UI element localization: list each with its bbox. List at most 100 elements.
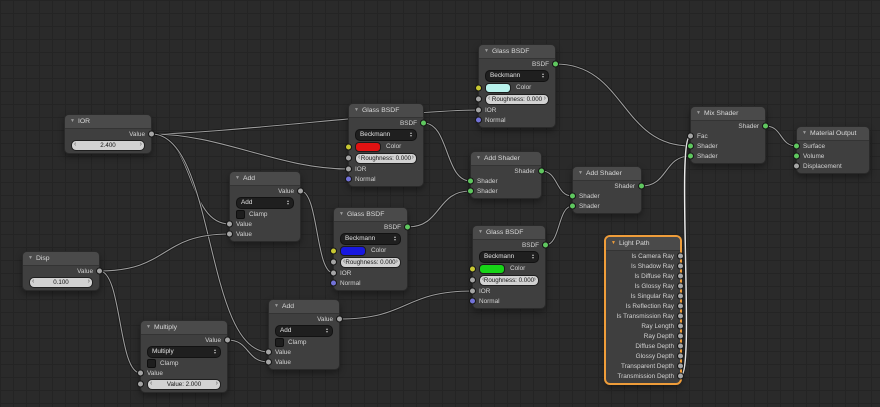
node-header-addshader2[interactable]: ▼Add Shader: [573, 167, 641, 181]
color-swatch[interactable]: [485, 83, 511, 93]
mode-dropdown[interactable]: Multiply▴▾: [147, 346, 221, 358]
socket-addshader1-shader2[interactable]: [467, 188, 474, 195]
node-header-lightpath[interactable]: ▼Light Path: [606, 237, 680, 251]
node-editor-canvas[interactable]: ▼IORValue‹›2.400▼DispValue‹›0.100▼Multip…: [0, 0, 880, 407]
slider-left-arrow-icon[interactable]: ‹: [150, 380, 152, 387]
node-header-glass_green[interactable]: ▼Glass BSDF: [473, 226, 545, 240]
socket-glass_red-ior[interactable]: [345, 166, 352, 173]
socket-multiply-value2[interactable]: [137, 381, 144, 388]
slider-left-arrow-icon[interactable]: ‹: [358, 154, 360, 161]
collapse-icon[interactable]: ▼: [28, 256, 33, 261]
socket-lightpath-is_reflection_ray[interactable]: [677, 303, 684, 310]
socket-mixshader-shader2[interactable]: [687, 153, 694, 160]
slider-left-arrow-icon[interactable]: ‹: [74, 141, 76, 148]
color-swatch[interactable]: [340, 246, 366, 256]
socket-glass_red-bsdf[interactable]: [420, 120, 427, 127]
clamp-checkbox[interactable]: [275, 338, 284, 347]
socket-lightpath-transparent_depth[interactable]: [677, 363, 684, 370]
color-swatch[interactable]: [355, 142, 381, 152]
mode-dropdown[interactable]: Add▴▾: [275, 325, 333, 337]
socket-multiply-value1[interactable]: [137, 370, 144, 377]
node-add2[interactable]: ▼AddValueAdd▴▾ClampValueValue: [268, 299, 340, 370]
socket-addshader1-shader[interactable]: [538, 168, 545, 175]
node-header-glass_cyan[interactable]: ▼Glass BSDF: [479, 45, 555, 59]
mode-dropdown[interactable]: Beckmann▴▾: [340, 233, 401, 245]
node-header-glass_blue[interactable]: ▼Glass BSDF: [334, 208, 407, 222]
value-slider[interactable]: ‹›Roughness: 0.000: [485, 94, 549, 105]
socket-glass_cyan-ior[interactable]: [475, 107, 482, 114]
socket-addshader2-shader2[interactable]: [569, 203, 576, 210]
node-add1[interactable]: ▼AddValueAdd▴▾ClampValueValue: [229, 171, 301, 242]
socket-glass_red-color[interactable]: [345, 143, 352, 150]
socket-add2-value[interactable]: [336, 316, 343, 323]
collapse-icon[interactable]: ▼: [354, 108, 359, 113]
socket-add1-value[interactable]: [297, 188, 304, 195]
node-multiply[interactable]: ▼MultiplyValueMultiply▴▾ClampValue‹›Valu…: [140, 320, 228, 393]
socket-lightpath-diffuse_depth[interactable]: [677, 343, 684, 350]
socket-glass_green-color[interactable]: [469, 265, 476, 272]
slider-right-arrow-icon[interactable]: ›: [88, 278, 90, 285]
slider-left-arrow-icon[interactable]: ‹: [488, 95, 490, 102]
value-slider[interactable]: ‹›2.400: [71, 140, 145, 151]
socket-lightpath-is_glossy_ray[interactable]: [677, 283, 684, 290]
node-header-add1[interactable]: ▼Add: [230, 172, 300, 186]
socket-lightpath-is_shadow_ray[interactable]: [677, 263, 684, 270]
node-header-ior[interactable]: ▼IOR: [65, 115, 151, 129]
node-glass_blue[interactable]: ▼Glass BSDFBSDFBeckmann▴▾Color‹›Roughnes…: [333, 207, 408, 291]
socket-addshader2-shader1[interactable]: [569, 193, 576, 200]
collapse-icon[interactable]: ▼: [484, 49, 489, 54]
node-header-output[interactable]: ▼Material Output: [797, 127, 869, 141]
collapse-icon[interactable]: ▼: [235, 176, 240, 181]
collapse-icon[interactable]: ▼: [339, 212, 344, 217]
socket-glass_red-normal[interactable]: [345, 176, 352, 183]
slider-left-arrow-icon[interactable]: ‹: [343, 258, 345, 265]
node-addshader1[interactable]: ▼Add ShaderShaderShaderShader: [470, 151, 542, 199]
socket-lightpath-is_camera_ray[interactable]: [677, 253, 684, 260]
node-ior[interactable]: ▼IORValue‹›2.400: [64, 114, 152, 154]
socket-lightpath-is_transmission_ray[interactable]: [677, 313, 684, 320]
collapse-icon[interactable]: ▼: [802, 131, 807, 136]
socket-glass_blue-bsdf[interactable]: [404, 224, 411, 231]
socket-output-displacement[interactable]: [793, 163, 800, 170]
color-swatch[interactable]: [479, 264, 505, 274]
node-glass_green[interactable]: ▼Glass BSDFBSDFBeckmann▴▾Color‹›Roughnes…: [472, 225, 546, 309]
collapse-icon[interactable]: ▼: [696, 111, 701, 116]
slider-right-arrow-icon[interactable]: ›: [396, 258, 398, 265]
node-lightpath[interactable]: ▼Light PathIs Camera RayIs Shadow RayIs …: [605, 236, 681, 384]
socket-lightpath-is_singular_ray[interactable]: [677, 293, 684, 300]
socket-lightpath-ray_depth[interactable]: [677, 333, 684, 340]
socket-glass_green-bsdf[interactable]: [542, 242, 549, 249]
node-disp[interactable]: ▼DispValue‹›0.100: [22, 251, 100, 291]
slider-right-arrow-icon[interactable]: ›: [216, 380, 218, 387]
mode-dropdown[interactable]: Beckmann▴▾: [355, 129, 417, 141]
socket-multiply-value[interactable]: [224, 337, 231, 344]
socket-glass_green-normal[interactable]: [469, 298, 476, 305]
socket-mixshader-fac[interactable]: [687, 133, 694, 140]
socket-glass_blue-roughness[interactable]: [330, 259, 337, 266]
value-slider[interactable]: ‹›Roughness: 0.000: [479, 275, 539, 286]
socket-glass_cyan-normal[interactable]: [475, 117, 482, 124]
socket-glass_blue-normal[interactable]: [330, 280, 337, 287]
slider-right-arrow-icon[interactable]: ›: [140, 141, 142, 148]
socket-glass_cyan-roughness[interactable]: [475, 96, 482, 103]
socket-addshader1-shader1[interactable]: [467, 178, 474, 185]
node-header-glass_red[interactable]: ▼Glass BSDF: [349, 104, 423, 118]
collapse-icon[interactable]: ▼: [611, 241, 616, 246]
value-slider[interactable]: ‹›0.100: [29, 277, 93, 288]
slider-right-arrow-icon[interactable]: ›: [412, 154, 414, 161]
socket-glass_green-roughness[interactable]: [469, 277, 476, 284]
socket-mixshader-shader[interactable]: [762, 123, 769, 130]
clamp-checkbox[interactable]: [236, 210, 245, 219]
collapse-icon[interactable]: ▼: [476, 156, 481, 161]
socket-lightpath-ray_length[interactable]: [677, 323, 684, 330]
socket-add1-value1[interactable]: [226, 221, 233, 228]
value-slider[interactable]: ‹›Roughness: 0.000: [340, 257, 401, 268]
clamp-checkbox[interactable]: [147, 359, 156, 368]
socket-lightpath-glossy_depth[interactable]: [677, 353, 684, 360]
node-glass_red[interactable]: ▼Glass BSDFBSDFBeckmann▴▾Color‹›Roughnes…: [348, 103, 424, 187]
socket-add1-value2[interactable]: [226, 231, 233, 238]
collapse-icon[interactable]: ▼: [146, 325, 151, 330]
socket-addshader2-shader[interactable]: [638, 183, 645, 190]
slider-left-arrow-icon[interactable]: ‹: [482, 276, 484, 283]
socket-glass_cyan-color[interactable]: [475, 84, 482, 91]
